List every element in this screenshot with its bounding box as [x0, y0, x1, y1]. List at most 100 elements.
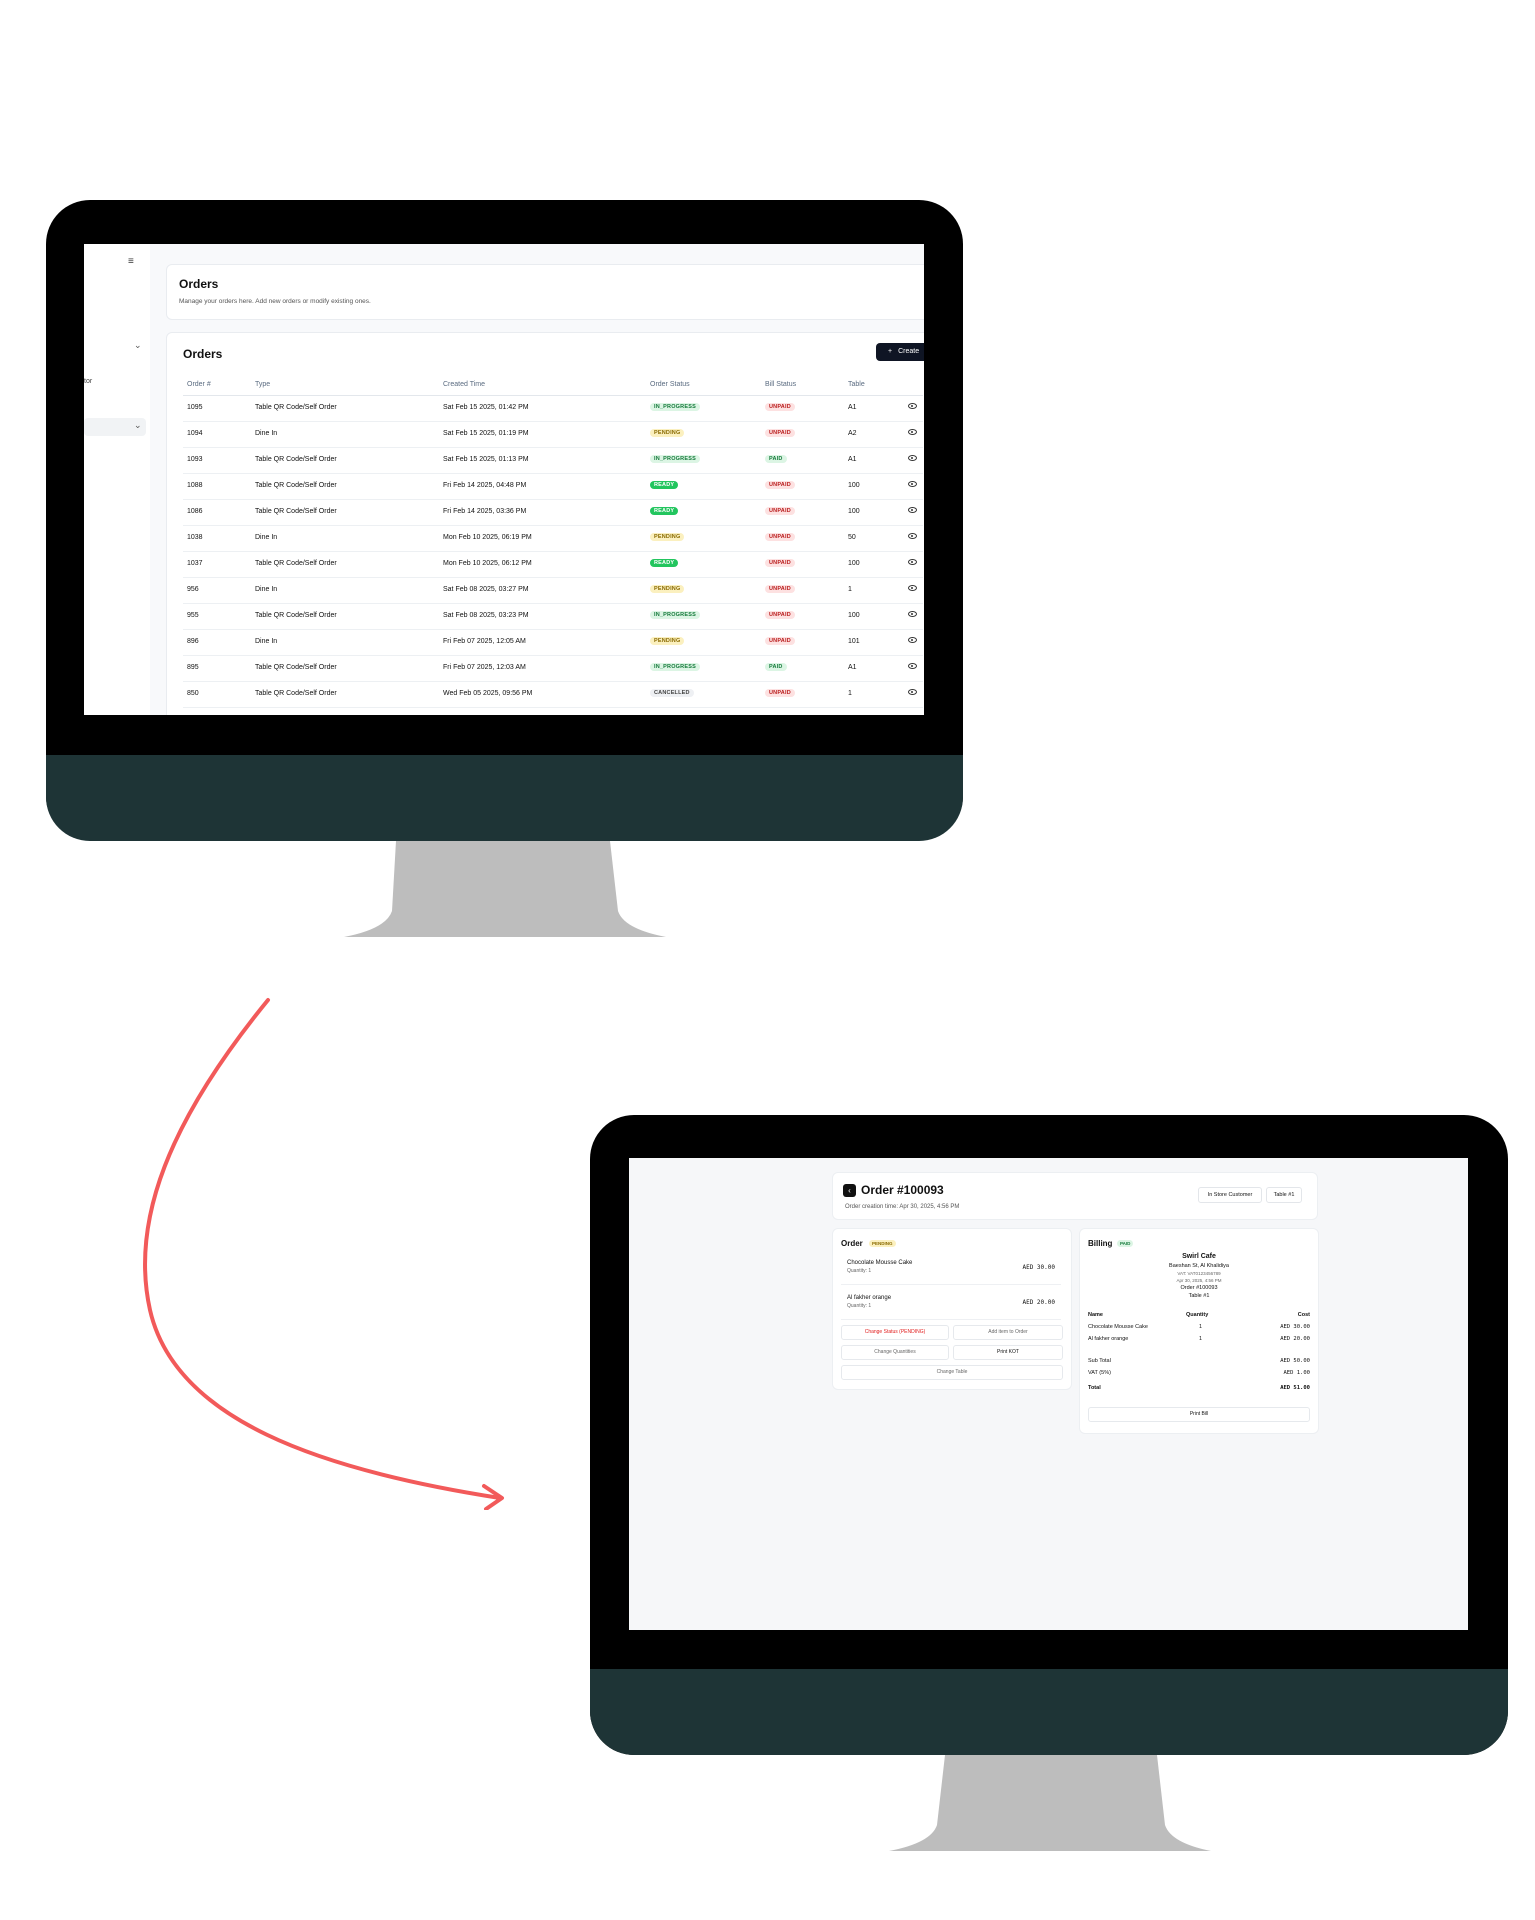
- view-icon[interactable]: [908, 559, 917, 565]
- order-title: Order #100093: [861, 1183, 944, 1197]
- table-button[interactable]: Table #1: [1266, 1187, 1302, 1203]
- table-row[interactable]: 849Table QR Code/Self OrderWed Feb 05 20…: [183, 708, 923, 715]
- table-number: A1: [848, 404, 857, 411]
- view-icon[interactable]: [908, 533, 917, 539]
- order-type: Dine In: [255, 534, 278, 541]
- view-icon[interactable]: [908, 689, 917, 695]
- order-number: 895: [187, 664, 199, 671]
- order-type: Table QR Code/Self Order: [255, 612, 337, 619]
- orders-screen: ≡ ⌄ tor ⌄ Orders Manage your orders here…: [84, 244, 924, 715]
- item-price: AED 30.00: [1022, 1264, 1055, 1271]
- column-header[interactable]: Table: [848, 381, 865, 388]
- view-icon[interactable]: [908, 481, 917, 487]
- order-status-badge: PENDING: [650, 429, 685, 437]
- bill-status-badge: UNPAID: [765, 533, 795, 541]
- column-header[interactable]: Created Time: [443, 381, 485, 388]
- column-header[interactable]: Type: [255, 381, 270, 388]
- print-kot-button[interactable]: Print KOT: [953, 1345, 1063, 1360]
- back-icon[interactable]: ‹: [843, 1184, 856, 1197]
- view-icon[interactable]: [908, 637, 917, 643]
- item-name: Al fakher orange: [847, 1295, 892, 1301]
- view-icon[interactable]: [908, 507, 917, 513]
- bill-status-badge: UNPAID: [765, 585, 795, 593]
- order-type: Table QR Code/Self Order: [255, 456, 337, 463]
- bill-status-badge: UNPAID: [765, 637, 795, 645]
- table-row[interactable]: 1088 Table QR Code/Self Order Fri Feb 14 2…: [183, 474, 923, 500]
- created-time: Fri Feb 07 2025, 12:03 AM: [443, 664, 526, 671]
- column-header[interactable]: Bill Status: [765, 381, 796, 388]
- monitor-stand: [889, 1755, 1211, 1851]
- order-number: 850: [187, 690, 199, 697]
- add-item-button[interactable]: Add item to Order: [953, 1325, 1063, 1340]
- bill-col-cost: Cost: [1297, 1312, 1310, 1318]
- view-icon[interactable]: [908, 455, 917, 461]
- created-time: Sat Feb 08 2025, 03:23 PM: [443, 612, 529, 619]
- table-row[interactable]: 895 Table QR Code/Self Order Fri Feb 07 20…: [183, 656, 923, 682]
- create-label: Create: [898, 348, 920, 355]
- table-row[interactable]: 1094 Dine In Sat Feb 15 2025, 01:19 PM PEND…: [183, 422, 923, 448]
- view-icon[interactable]: [908, 403, 917, 409]
- order-status-badge: IN_PROGRESS: [650, 403, 700, 411]
- status-badge: PAID: [1117, 1240, 1134, 1247]
- table-row[interactable]: 955 Table QR Code/Self Order Sat Feb 08 20…: [183, 604, 923, 630]
- view-icon[interactable]: [908, 663, 917, 669]
- table-row[interactable]: 1095 Table QR Code/Self Order Sat Feb 15 2…: [183, 396, 923, 422]
- table-row[interactable]: 1037 Table QR Code/Self Order Mon Feb 10 2…: [183, 552, 923, 578]
- order-status-badge: PENDING: [650, 533, 685, 541]
- table-row[interactable]: 850 Table QR Code/Self Order Wed Feb 05 20…: [183, 682, 923, 708]
- bill-line-qty: 1: [1199, 1324, 1203, 1330]
- view-icon[interactable]: [908, 585, 917, 591]
- change-table-button[interactable]: Change Table: [841, 1365, 1063, 1380]
- bill-order-number: Order #100093: [1180, 1285, 1218, 1291]
- chevron-down-icon[interactable]: ⌄: [134, 340, 142, 351]
- order-type: Table QR Code/Self Order: [255, 664, 337, 671]
- table-row[interactable]: 896 Dine In Fri Feb 07 2025, 12:05 AM PENDI…: [183, 630, 923, 656]
- store-address: Baeshan St, Al Khalidiya: [1169, 1263, 1229, 1269]
- order-status-badge: IN_PROGRESS: [650, 611, 700, 619]
- table-number: 100: [848, 482, 860, 489]
- change-status-button[interactable]: Change Status (PENDING): [841, 1325, 949, 1340]
- status-badge: PENDING: [869, 1240, 896, 1247]
- column-header[interactable]: Order #: [187, 381, 211, 388]
- order-type: Dine In: [255, 430, 278, 437]
- change-quantities-button[interactable]: Change Quantities: [841, 1345, 949, 1360]
- table-row[interactable]: 1038 Dine In Mon Feb 10 2025, 06:19 PM PEND…: [183, 526, 923, 552]
- plus-icon: +: [888, 348, 893, 355]
- print-bill-button[interactable]: Print Bill: [1088, 1407, 1310, 1422]
- table-row[interactable]: 1086 Table QR Code/Self Order Fri Feb 14 2…: [183, 500, 923, 526]
- order-header: ‹ Order #100093 Order creation time: Apr…: [832, 1172, 1318, 1220]
- menu-icon[interactable]: ≡: [128, 256, 134, 267]
- order-subtitle: Order creation time: Apr 30, 2025, 4:56 …: [845, 1204, 960, 1210]
- table-number: 100: [848, 508, 860, 515]
- item-price: AED 20.00: [1022, 1299, 1055, 1306]
- table-row[interactable]: 956 Dine In Sat Feb 08 2025, 03:27 PM PENDI…: [183, 578, 923, 604]
- view-icon[interactable]: [908, 429, 917, 435]
- bill-status-badge: UNPAID: [765, 481, 795, 489]
- total-label: Total: [1088, 1385, 1101, 1391]
- table-number: 50: [848, 534, 856, 541]
- order-detail-screen: ‹ Order #100093 Order creation time: Apr…: [629, 1158, 1468, 1630]
- item-quantity: Quantity: 1: [847, 1303, 872, 1309]
- monitor-stand: [344, 841, 666, 937]
- item-quantity: Quantity: 1: [847, 1268, 872, 1274]
- item-name: Chocolate Mousse Cake: [847, 1260, 913, 1266]
- list-item[interactable]: Al fakher orange Quantity: 1 AED 20.00: [841, 1291, 1061, 1320]
- curved-arrow: [143, 998, 504, 1510]
- customer-button[interactable]: In Store Customer: [1198, 1187, 1262, 1203]
- order-number: 1086: [187, 508, 203, 515]
- table-number: A1: [848, 664, 857, 671]
- bill-line-qty: 1: [1199, 1336, 1203, 1342]
- order-status-badge: PENDING: [650, 637, 685, 645]
- view-icon[interactable]: [908, 611, 917, 617]
- create-order-button[interactable]: + Create: [876, 343, 924, 361]
- column-header[interactable]: Order Status: [650, 381, 690, 388]
- page-subtitle: Manage your orders here. Add new orders …: [179, 298, 371, 305]
- sidebar-item-label[interactable]: tor: [84, 378, 92, 385]
- chevron-down-icon[interactable]: ⌄: [134, 420, 142, 431]
- created-time: Wed Feb 05 2025, 09:56 PM: [443, 690, 533, 697]
- list-item[interactable]: Chocolate Mousse Cake Quantity: 1 AED 30…: [841, 1256, 1061, 1285]
- table-row[interactable]: 1093 Table QR Code/Self Order Sat Feb 15 2…: [183, 448, 923, 474]
- subtotal-value: AED 50.00: [1280, 1358, 1310, 1364]
- table-number: 1: [848, 690, 852, 697]
- order-number: 1094: [187, 430, 203, 437]
